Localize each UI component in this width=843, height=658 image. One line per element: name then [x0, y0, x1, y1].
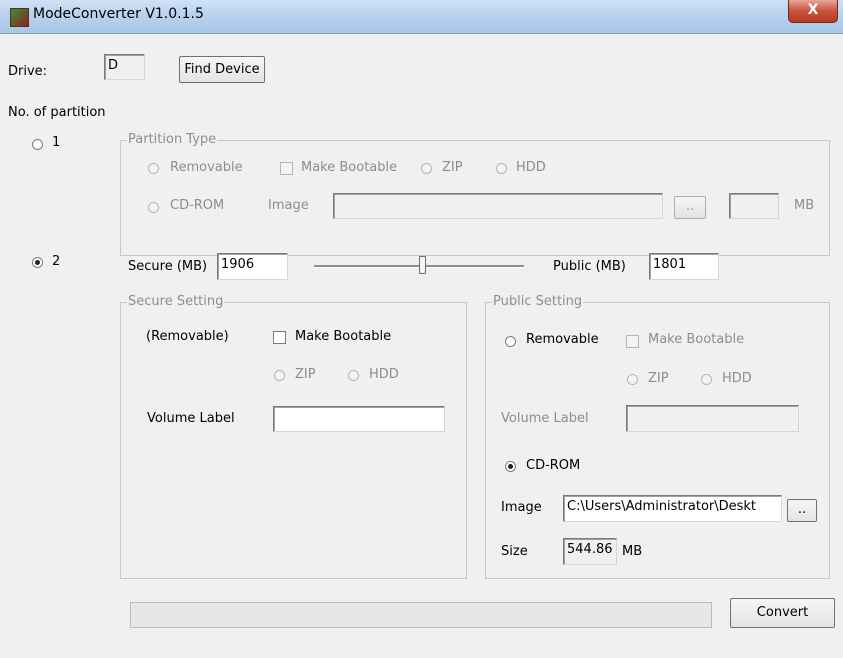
secure-setting-title: Secure Setting [127, 294, 225, 309]
public-setting-title: Public Setting [492, 294, 584, 309]
conversion-progress-bar [130, 602, 712, 628]
public-cdrom-label: CD-ROM [526, 458, 581, 473]
public-hdd-label: HDD [722, 371, 752, 386]
close-button[interactable]: X [788, 0, 838, 23]
app-icon [10, 8, 29, 27]
public-zip-label: ZIP [648, 371, 669, 386]
secure-zip-label: ZIP [295, 367, 316, 382]
type-image-browse-button[interactable]: .. [674, 196, 706, 219]
type-size-field[interactable] [729, 193, 779, 219]
title-bar[interactable]: ModeConverter V1.0.1.5 X [0, 0, 843, 34]
secure-bootable-label: Make Bootable [295, 329, 392, 344]
drive-field[interactable]: D [104, 54, 145, 80]
secure-mode-label: (Removable) [146, 329, 229, 344]
partition-2-radio[interactable] [32, 257, 43, 268]
public-size-unit: MB [622, 544, 643, 559]
type-cdrom-radio[interactable] [148, 202, 159, 213]
type-removable-label: Removable [170, 160, 243, 175]
public-bootable-checkbox[interactable] [626, 335, 639, 348]
public-volume-field[interactable] [626, 405, 799, 432]
secure-hdd-label: HDD [369, 367, 399, 382]
type-removable-radio[interactable] [148, 163, 159, 174]
public-cdrom-radio[interactable] [505, 461, 516, 472]
type-zip-label: ZIP [442, 160, 463, 175]
public-image-field[interactable]: C:\Users\Administrator\Deskt [563, 495, 782, 522]
secure-bootable-checkbox[interactable] [273, 331, 286, 344]
public-zip-radio[interactable] [627, 374, 638, 385]
public-removable-radio[interactable] [505, 336, 516, 347]
type-image-label: Image [268, 198, 309, 213]
type-cdrom-label: CD-ROM [170, 198, 225, 213]
public-size-label: Public (MB) [553, 259, 626, 274]
convert-button[interactable]: Convert [730, 598, 835, 628]
public-removable-label: Removable [526, 332, 599, 347]
partition-1-radio[interactable] [32, 139, 43, 150]
secure-hdd-radio[interactable] [348, 370, 359, 381]
secure-size-label: Secure (MB) [128, 259, 208, 274]
secure-volume-label: Volume Label [147, 411, 235, 426]
type-bootable-checkbox[interactable] [280, 162, 293, 175]
type-hdd-label: HDD [516, 160, 546, 175]
partition-type-title: Partition Type [127, 132, 218, 147]
type-hdd-radio[interactable] [496, 163, 507, 174]
drive-label: Drive: [8, 64, 48, 79]
public-image-browse-button[interactable]: .. [787, 499, 817, 522]
public-hdd-radio[interactable] [701, 374, 712, 385]
type-image-field[interactable] [333, 193, 663, 219]
secure-volume-field[interactable] [273, 406, 445, 432]
partition-2-label: 2 [52, 254, 61, 269]
public-bootable-label: Make Bootable [648, 332, 745, 347]
public-size-label-text: Size [501, 544, 528, 559]
partition-count-label: No. of partition [8, 105, 106, 120]
find-device-button[interactable]: Find Device [179, 56, 265, 83]
public-size-field[interactable]: 544.86 [563, 538, 617, 565]
client-area: Drive: D Find Device No. of partition 1 … [8, 34, 843, 658]
secure-zip-radio[interactable] [274, 370, 285, 381]
type-bootable-label: Make Bootable [301, 160, 398, 175]
main-window: ModeConverter V1.0.1.5 X Drive: D Find D… [0, 0, 843, 658]
type-zip-radio[interactable] [421, 163, 432, 174]
public-volume-label: Volume Label [501, 411, 589, 426]
secure-size-field[interactable]: 1906 [217, 253, 288, 280]
public-size-field[interactable]: 1801 [649, 253, 719, 280]
partition-1-label: 1 [52, 135, 61, 150]
public-image-label: Image [501, 500, 542, 515]
window-title: ModeConverter V1.0.1.5 [33, 6, 204, 22]
size-slider-thumb[interactable] [418, 256, 426, 274]
type-size-unit: MB [794, 198, 815, 213]
